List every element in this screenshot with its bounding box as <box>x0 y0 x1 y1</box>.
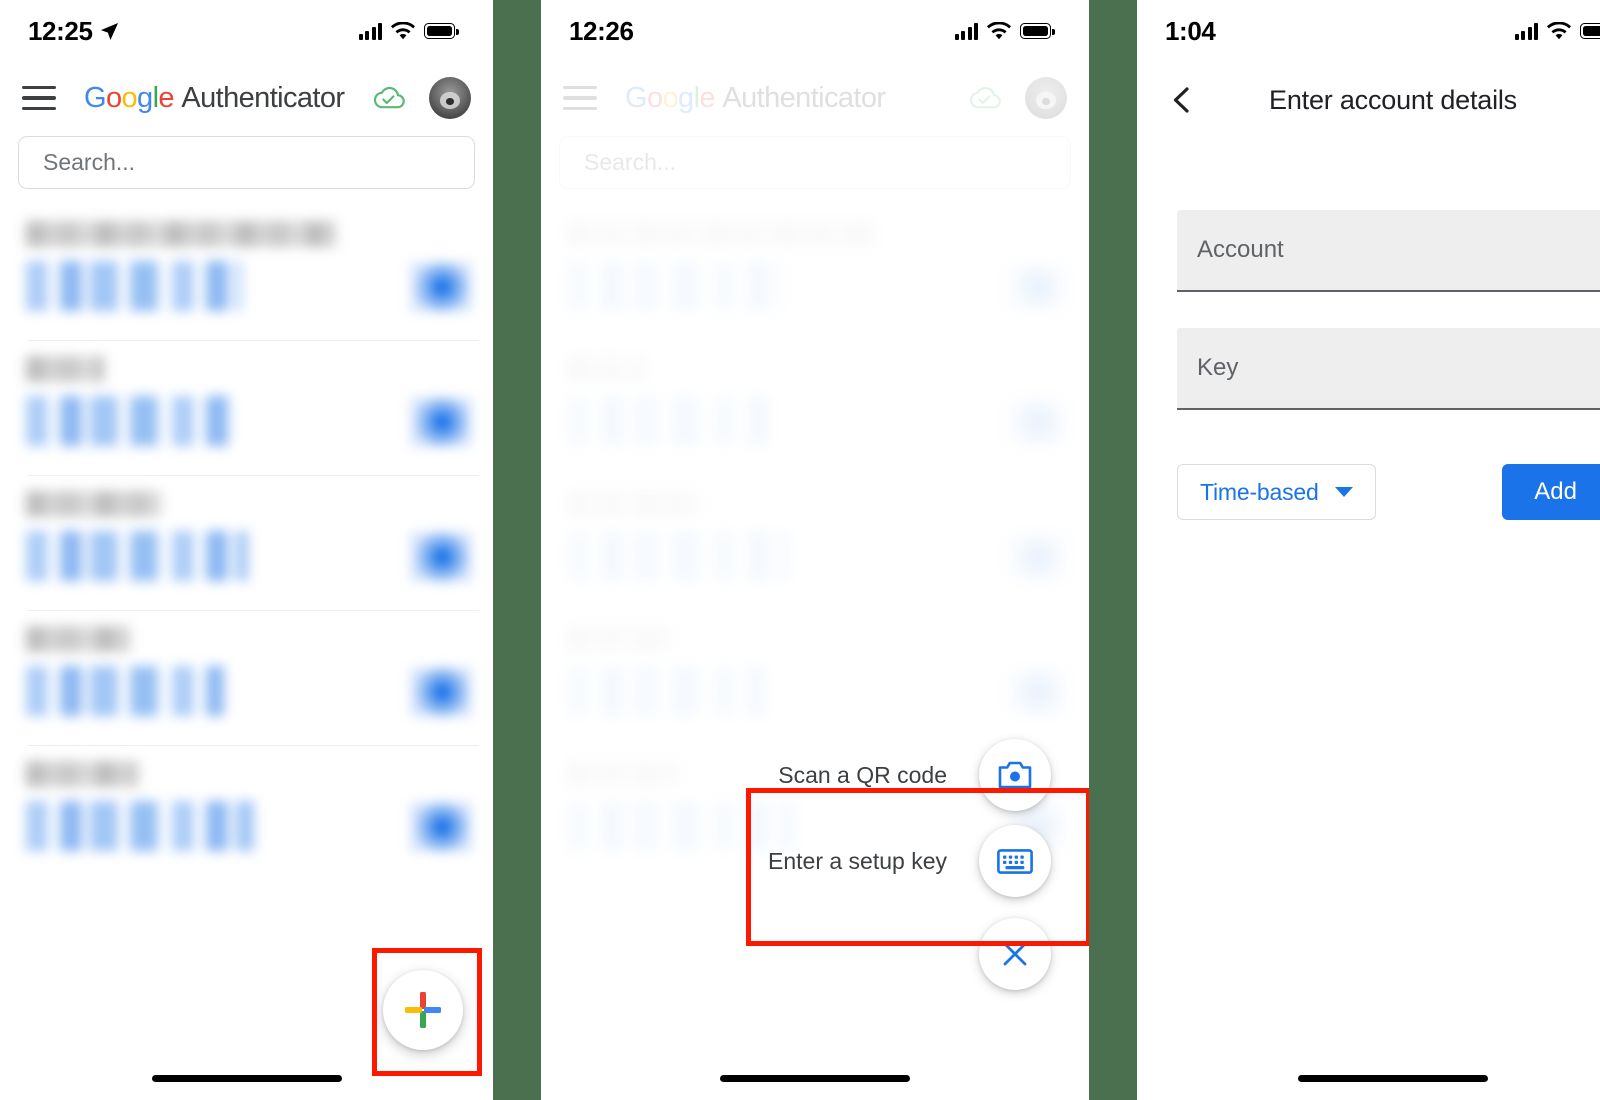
list-item[interactable] <box>0 610 493 745</box>
chevron-down-icon <box>1334 487 1353 497</box>
otp-timer-indicator <box>411 398 471 446</box>
otp-code-redacted <box>567 261 782 311</box>
otp-code-redacted <box>26 801 254 851</box>
otp-timer-indicator <box>1007 668 1067 716</box>
account-name-redacted <box>26 221 336 247</box>
otp-timer-indicator <box>1007 398 1067 446</box>
location-arrow-icon <box>100 22 118 40</box>
battery-icon <box>424 23 459 39</box>
hamburger-menu-icon[interactable] <box>22 86 56 110</box>
list-item <box>541 340 1089 475</box>
otp-code-redacted <box>26 666 224 716</box>
account-name-redacted <box>26 761 138 787</box>
search-placeholder: Search... <box>584 149 677 175</box>
account-list <box>0 205 493 980</box>
app-bar: Google Authenticator <box>0 62 493 134</box>
battery-icon <box>1580 23 1600 39</box>
otp-type-dropdown[interactable]: Time-based <box>1177 464 1376 520</box>
list-item[interactable] <box>0 340 493 475</box>
otp-timer-indicator <box>1007 533 1067 581</box>
account-name-redacted <box>26 626 130 652</box>
app-bar-dimmed: Google Authenticator <box>541 62 1089 134</box>
account-name-redacted <box>567 221 877 247</box>
list-item <box>541 610 1089 745</box>
camera-icon <box>998 761 1032 789</box>
home-indicator <box>1298 1075 1488 1082</box>
status-bar: 1:04 <box>1137 0 1600 62</box>
status-bar-left: 12:25 <box>28 16 119 47</box>
account-name-redacted <box>567 626 671 652</box>
key-field[interactable]: Key <box>1177 328 1600 410</box>
otp-timer-indicator <box>411 803 471 851</box>
cloud-sync-check-icon <box>969 86 1001 109</box>
annotation-box-fab <box>372 948 482 1076</box>
account-field[interactable]: Account <box>1177 210 1600 292</box>
account-name-redacted <box>26 491 161 517</box>
otp-code-redacted <box>26 531 248 581</box>
otp-timer-indicator <box>411 533 471 581</box>
list-item[interactable] <box>0 475 493 610</box>
back-chevron-icon[interactable] <box>1167 85 1197 115</box>
status-bar-right <box>358 22 459 40</box>
panel-gutter <box>1089 0 1137 1100</box>
action-label: Scan a QR code <box>778 761 947 788</box>
add-button[interactable]: Add <box>1502 464 1600 520</box>
panel-add-menu: 12:26 Google Authenticator Search... Sca… <box>541 0 1089 1100</box>
list-item <box>541 205 1089 340</box>
status-time: 12:25 <box>28 15 93 46</box>
account-name-redacted <box>26 356 104 382</box>
otp-timer-indicator <box>411 668 471 716</box>
account-field-label: Account <box>1197 236 1284 263</box>
panel-authenticator-list: 12:25 Google Authenticator Search... <box>0 0 493 1100</box>
status-bar: 12:25 <box>0 0 493 62</box>
status-time: 1:04 <box>1165 15 1216 46</box>
list-item[interactable] <box>0 745 493 880</box>
panel-enter-account-details: 1:04 Enter account details Account Key T… <box>1137 0 1600 1100</box>
avatar <box>1025 77 1067 119</box>
key-field-label: Key <box>1197 354 1239 381</box>
otp-code-redacted <box>567 531 789 581</box>
screenshot-stage: 12:25 Google Authenticator Search... 12:… <box>0 0 1600 1100</box>
wifi-icon <box>1547 22 1571 40</box>
otp-code-redacted <box>26 396 234 446</box>
otp-code-redacted <box>567 396 775 446</box>
account-name-redacted <box>567 356 645 382</box>
status-bar-right <box>1514 22 1600 40</box>
otp-code-redacted <box>567 666 765 716</box>
cloud-sync-check-icon[interactable] <box>367 83 407 113</box>
wifi-icon <box>391 22 415 40</box>
status-bar-left: 1:04 <box>1165 15 1216 47</box>
otp-timer-indicator <box>1007 263 1067 311</box>
account-name-redacted <box>567 491 702 517</box>
search-placeholder: Search... <box>43 149 136 175</box>
form-actions-row: Time-based Add <box>1177 464 1600 520</box>
home-indicator <box>720 1075 910 1082</box>
account-details-form: Account Key Time-based Add <box>1177 210 1600 520</box>
cellular-bars-icon <box>1514 22 1538 40</box>
home-indicator <box>151 1075 342 1082</box>
cellular-bars-icon <box>358 22 382 40</box>
otp-timer-indicator <box>411 263 471 311</box>
list-item[interactable] <box>0 205 493 340</box>
hamburger-menu-icon <box>563 86 597 110</box>
page-title: Enter account details <box>1269 84 1517 115</box>
app-title: Google Authenticator <box>84 81 345 114</box>
search-input[interactable]: Search... <box>18 136 475 189</box>
otp-type-value: Time-based <box>1200 478 1319 505</box>
top-app-bar: Enter account details <box>1137 62 1600 138</box>
otp-code-redacted <box>26 261 241 311</box>
panel-gutter <box>493 0 541 1100</box>
list-item <box>541 475 1089 610</box>
annotation-box-menu <box>746 788 1089 946</box>
avatar[interactable] <box>429 77 471 119</box>
app-title: Google Authenticator <box>625 81 886 114</box>
search-input-dimmed: Search... <box>559 136 1071 189</box>
